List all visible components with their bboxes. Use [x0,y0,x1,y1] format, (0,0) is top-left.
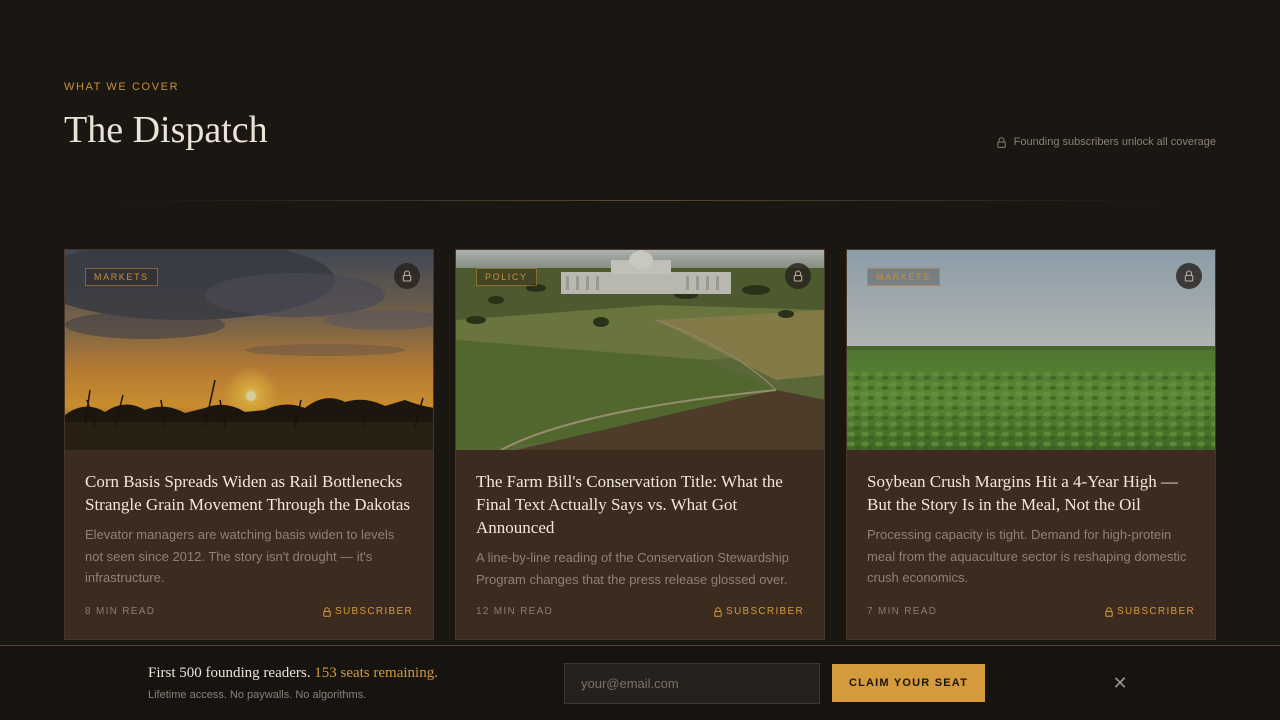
subscriber-badge: SUBSCRIBER [323,606,413,617]
read-time: 12 MIN READ [476,606,554,617]
category-tag: MARKETS [867,268,940,286]
lock-note: Founding subscribers unlock all coverage [996,136,1216,148]
article-title[interactable]: Soybean Crush Margins Hit a 4-Year High … [867,470,1195,516]
signup-headline: First 500 founding readers. 153 seats re… [148,665,438,682]
article-image-sunset-cornfield: MARKETS [65,250,433,450]
lock-badge[interactable] [1176,263,1202,289]
article-image-capitol-farmland-aerial: POLICY [456,250,824,450]
article-title[interactable]: Corn Basis Spreads Widen as Rail Bottlen… [85,470,413,516]
article-description: Elevator managers are watching basis wid… [85,527,395,585]
lock-note-text: Founding subscribers unlock all coverage [1013,136,1216,148]
subscriber-label: SUBSCRIBER [1116,606,1195,617]
article-image-soybean-field: MARKETS [847,250,1215,450]
section-eyebrow: WHAT WE COVER [64,81,180,93]
article-card[interactable]: MARKETS Corn Basis Spreads Widen as Rail… [64,249,434,640]
subscriber-badge: SUBSCRIBER [1105,606,1195,617]
subscriber-label: SUBSCRIBER [334,606,413,617]
lock-icon [1184,270,1194,282]
subscriber-label: SUBSCRIBER [725,606,804,617]
article-card[interactable]: POLICY The Farm Bill's Conservation Titl… [455,249,825,640]
signup-headline-text: First 500 founding readers. [148,665,311,681]
signup-subtext: Lifetime access. No paywalls. No algorit… [148,689,367,701]
lock-icon [714,606,722,617]
article-card[interactable]: MARKETS Soybean Crush Margins Hit a 4-Ye… [846,249,1216,640]
article-description: Processing capacity is tight. Demand for… [867,527,1187,585]
article-cards: MARKETS Corn Basis Spreads Widen as Rail… [64,249,1216,640]
lock-badge[interactable] [394,263,420,289]
lock-icon [402,270,412,282]
article-description: A line-by-line reading of the Conservati… [476,550,789,587]
page-title: The Dispatch [64,109,268,151]
seats-remaining: 153 seats remaining. [314,665,438,681]
claim-seat-button[interactable]: CLAIM YOUR SEAT [832,664,985,702]
signup-bar: First 500 founding readers. 153 seats re… [0,645,1280,720]
section-divider [120,200,1160,201]
lock-icon [793,270,803,282]
article-title[interactable]: The Farm Bill's Conservation Title: What… [476,470,804,539]
email-input[interactable] [564,663,820,704]
read-time: 8 MIN READ [85,606,156,617]
lock-icon [323,606,331,617]
lock-icon [1105,606,1113,617]
close-icon[interactable]: ✕ [1108,672,1132,696]
lock-badge[interactable] [785,263,811,289]
category-tag: POLICY [476,268,537,286]
lock-icon [996,136,1006,148]
subscriber-badge: SUBSCRIBER [714,606,804,617]
read-time: 7 MIN READ [867,606,938,617]
category-tag: MARKETS [85,268,158,286]
